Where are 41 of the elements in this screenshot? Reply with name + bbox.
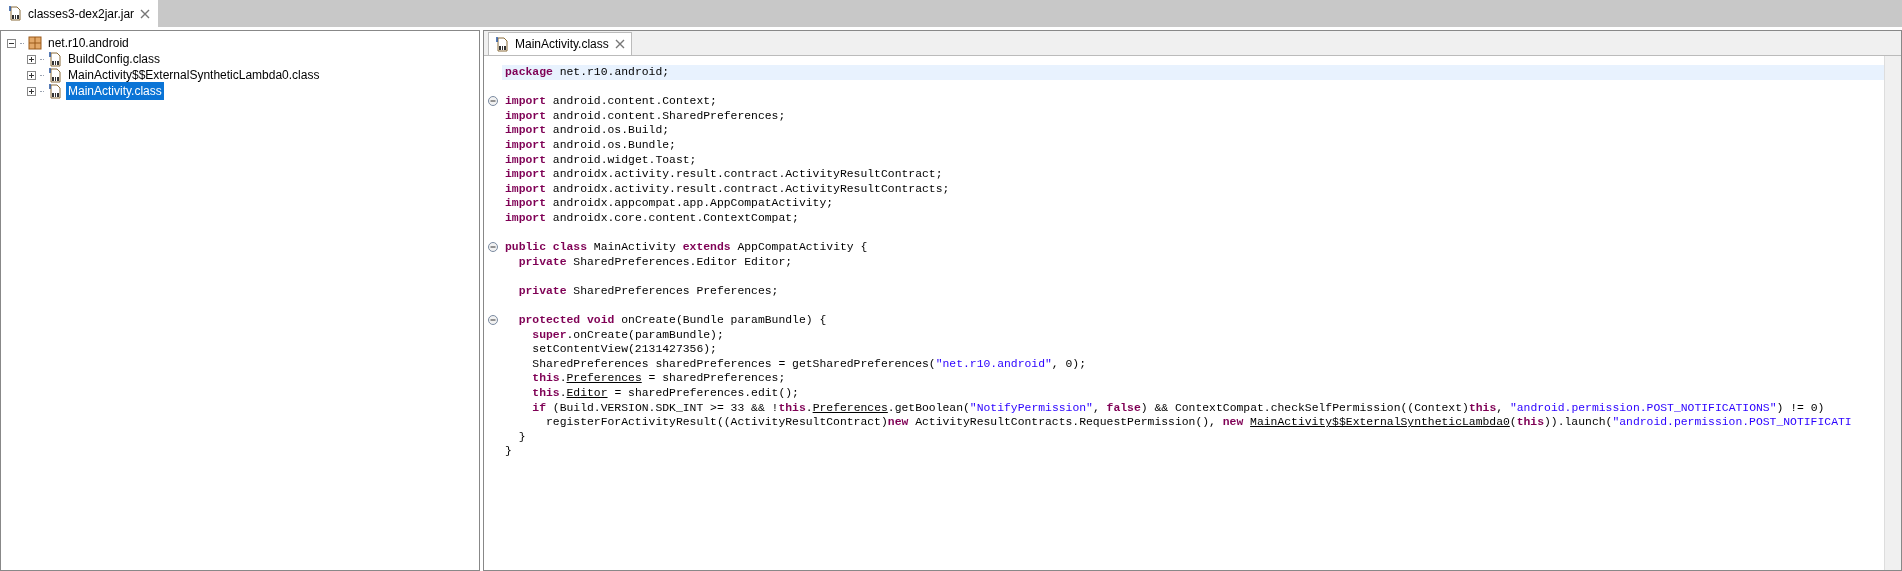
code-line: } <box>504 444 513 460</box>
file-tab[interactable]: classes3-dex2jar.jar <box>0 0 159 27</box>
tree-item[interactable]: MainActivity$$ExternalSyntheticLambda0.class <box>66 66 322 84</box>
class-file-icon <box>48 51 62 67</box>
code-line: import androidx.activity.result.contract.ActivityResultContracts; <box>504 181 951 197</box>
code-line: } <box>517 429 527 445</box>
code-line: import android.os.Bundle; <box>504 137 677 153</box>
class-file-icon <box>8 6 22 21</box>
package-icon <box>28 36 42 50</box>
code-line: setContentView(2131427356); <box>531 342 718 357</box>
tree-item[interactable]: net.r10.android <box>46 34 131 52</box>
expand-icon[interactable] <box>27 70 36 80</box>
code-line: import androidx.core.content.ContextCompat; <box>504 210 800 226</box>
close-icon[interactable] <box>140 8 151 19</box>
tree-item[interactable]: MainActivity.class <box>66 82 164 100</box>
expand-icon[interactable] <box>27 54 36 64</box>
editor-tab[interactable]: MainActivity.class <box>488 32 632 55</box>
code-line: super.onCreate(paramBundle); <box>531 327 725 343</box>
scrollbar[interactable] <box>1884 56 1901 570</box>
tree-item[interactable]: BuildConfig.class <box>66 50 163 68</box>
class-file-icon <box>48 83 62 99</box>
code-line: import android.os.Build; <box>504 123 671 138</box>
code-line: private SharedPreferences Preferences; <box>517 283 780 299</box>
code-line: protected void onCreate(Bundle paramBundle) { <box>517 313 828 328</box>
code-line: import android.content.SharedPreferences; <box>504 108 787 124</box>
code-line: import android.content.Context; <box>504 94 718 109</box>
code-line: this.Preferences = sharedPreferences; <box>531 371 787 387</box>
class-file-icon <box>495 36 509 52</box>
code-line: SharedPreferences sharedPreferences = getSharedPreferences("net.r10.android", 0); <box>531 356 1088 372</box>
close-icon[interactable] <box>614 39 625 49</box>
code-line: import android.widget.Toast; <box>504 152 698 168</box>
code-line: import androidx.activity.result.contract.ActivityResultContract; <box>504 167 944 182</box>
collapse-icon[interactable] <box>7 38 16 48</box>
code-line: public class MainActivity extends AppCompatActivity { <box>504 240 869 255</box>
class-file-icon <box>48 67 62 83</box>
code-line: registerForActivityResult((ActivityResultContract)new ActivityResultContracts.RequestPermission(), new MainActivity$$ExternalSyntheticLambda0(this)).launch("android.permission.POST_NOTIFICATI <box>545 415 1853 430</box>
code-line: if (Build.VERSION.SDK_INT >= 33 && !this.Preferences.getBoolean("NotifyPermission", false) && ContextCompat.checkSelfPermission((Context)this, "android.permission.POST_NOTIFICATIONS") != 0) <box>531 400 1826 416</box>
code-line: private SharedPreferences.Editor Editor; <box>517 254 794 270</box>
code-line: import androidx.appcompat.app.AppCompatActivity; <box>504 196 835 211</box>
code-line: this.Editor = sharedPreferences.edit(); <box>531 386 800 401</box>
expand-icon[interactable] <box>27 86 36 96</box>
